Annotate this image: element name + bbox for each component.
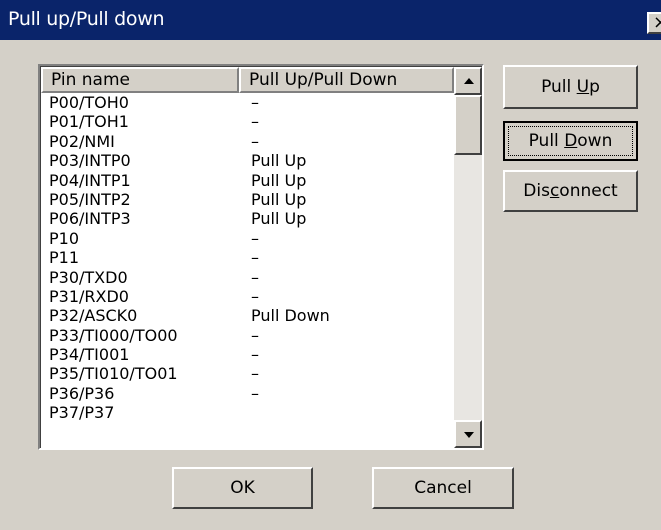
pin-name-cell: P35/TI010/TO01 (49, 364, 178, 384)
list-item[interactable]: P11 – (41, 248, 454, 267)
pin-name-cell: P34/TI001 (49, 345, 130, 365)
pull-state-cell: Pull Up (251, 209, 307, 229)
scroll-down-button[interactable] (454, 420, 482, 448)
pull-state-cell: – (251, 383, 259, 403)
pin-name-cell: P10 (49, 228, 80, 248)
pin-name-cell: P05/INTP2 (49, 189, 131, 209)
pin-name-cell: P37/P37 (49, 403, 115, 423)
title-bar[interactable]: Pull up/Pull down × (0, 0, 661, 40)
pin-name-cell: P02/NMI (49, 131, 115, 151)
list-item[interactable]: P03/INTP0 Pull Up (41, 151, 454, 170)
list-rows: P00/TOH0 – P01/TOH1 – P02/NMI – P03/INTP0 Pull … (41, 93, 454, 423)
pull-state-cell: – (251, 93, 259, 112)
list-item[interactable]: P34/TI001 – (41, 345, 454, 364)
close-icon: × (653, 12, 661, 33)
arrow-down-icon (464, 432, 474, 438)
pin-name-cell: P03/INTP0 (49, 151, 131, 171)
pull-state-cell: – (251, 286, 259, 306)
pin-name-cell: P36/P36 (49, 383, 115, 403)
cancel-button[interactable]: Cancel (372, 467, 514, 509)
list-item[interactable]: P04/INTP1 Pull Up (41, 171, 454, 190)
column-header-pin-name[interactable]: Pin name (41, 67, 239, 93)
list-item[interactable]: P02/NMI – (41, 132, 454, 151)
pin-name-cell: P32/ASCK0 (49, 306, 138, 326)
pin-list-inner: Pin name Pull Up/Pull Down P00/TOH0– P01/… (40, 66, 482, 448)
focus-rectangle (508, 126, 633, 156)
scroll-thumb[interactable] (454, 95, 482, 155)
column-header-pull-state[interactable]: Pull Up/Pull Down (239, 67, 454, 93)
pin-name-cell: P06/INTP3 (49, 209, 131, 229)
pull-state-cell: – (251, 364, 259, 384)
pull-up-mnemonic: U (576, 77, 590, 97)
disconnect-mnemonic: c (549, 181, 560, 201)
list-item[interactable]: P32/ASCK0 Pull Down (41, 306, 454, 325)
disconnect-label-pre: Dis (523, 181, 550, 201)
disconnect-button[interactable]: Disconnect (503, 170, 638, 212)
list-item[interactable]: P10 – (41, 229, 454, 248)
pull-down-button[interactable]: Pull Down (503, 121, 638, 161)
ok-button[interactable]: OK (172, 467, 313, 509)
pull-state-cell: – (251, 131, 259, 151)
list-item[interactable]: P05/INTP2 Pull Up (41, 190, 454, 209)
pull-state-cell: – (251, 267, 259, 287)
pin-name-cell: P11 (49, 248, 80, 268)
pull-up-label-pre: Pull (541, 77, 577, 97)
pull-state-cell: – (251, 325, 259, 345)
pull-state-cell: Pull Up (251, 151, 307, 171)
pull-state-cell: – (251, 248, 259, 268)
cancel-label: Cancel (414, 478, 472, 498)
pull-state-cell: Pull Down (251, 306, 330, 326)
pin-name-cell: P33/TI000/TO00 (49, 325, 178, 345)
pull-up-button[interactable]: Pull Up (503, 65, 638, 109)
disconnect-label: Disconnect (523, 172, 617, 210)
list-header: Pin name Pull Up/Pull Down (41, 67, 454, 93)
list-item[interactable]: P30/TXD0 – (41, 268, 454, 287)
pin-list[interactable]: Pin name Pull Up/Pull Down P00/TOH0– P01/… (38, 64, 484, 450)
pull-state-cell: Pull Up (251, 189, 307, 209)
list-item[interactable]: P00/TOH0 – (41, 93, 454, 112)
disconnect-label-post: onnect (559, 181, 618, 201)
pull-state-cell: – (251, 345, 259, 365)
list-item[interactable]: P37/P37 (41, 403, 454, 422)
pin-name-cell: P01/TOH1 (49, 112, 129, 132)
window-title: Pull up/Pull down (8, 8, 165, 30)
pin-name-cell: P30/TXD0 (49, 267, 128, 287)
list-item[interactable]: P06/INTP3 Pull Up (41, 209, 454, 228)
pin-name-cell: P31/RXD0 (49, 286, 129, 306)
pull-state-cell: – (251, 228, 259, 248)
pull-up-label: Pull Up (541, 67, 600, 107)
list-item[interactable]: P35/TI010/TO01 – (41, 364, 454, 383)
vertical-scrollbar[interactable] (454, 67, 482, 448)
pull-up-label-post: p (589, 77, 600, 97)
pull-state-cell: Pull Up (251, 170, 307, 190)
list-item[interactable]: P33/TI000/TO00 – (41, 326, 454, 345)
pullup-pulldown-dialog: Pull up/Pull down × Pin name Pull Up/Pul… (0, 0, 661, 530)
close-button[interactable]: × (647, 12, 661, 34)
scroll-up-button[interactable] (454, 67, 482, 95)
list-item[interactable]: P01/TOH1 – (41, 112, 454, 131)
list-item[interactable]: P36/P36 – (41, 384, 454, 403)
ok-label: OK (230, 478, 255, 498)
pull-state-cell: – (251, 112, 259, 132)
arrow-up-icon (464, 78, 474, 84)
list-item[interactable]: P31/RXD0 – (41, 287, 454, 306)
pin-name-cell: P00/TOH0 (49, 93, 129, 112)
pin-name-cell: P04/INTP1 (49, 170, 131, 190)
